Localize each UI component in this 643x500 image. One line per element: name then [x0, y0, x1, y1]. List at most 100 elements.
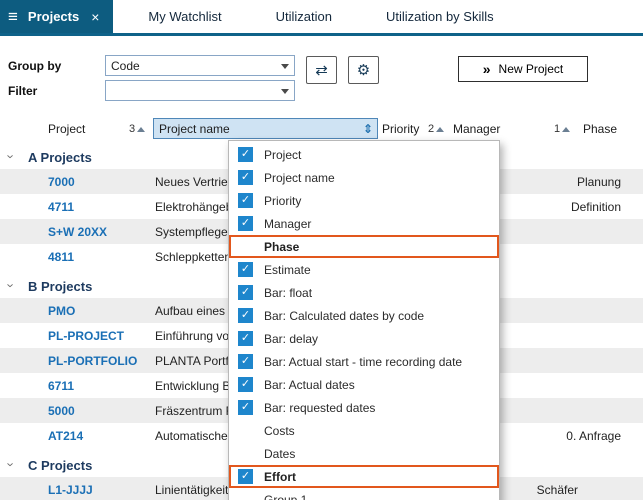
checkbox-checked-icon: ✓ — [238, 147, 253, 162]
chevron-down-icon — [281, 64, 289, 69]
group-label: A Projects — [28, 150, 92, 165]
checkbox-unchecked — [238, 446, 253, 461]
menu-item-label: Costs — [264, 424, 295, 438]
menu-item-label: Bar: Actual dates — [264, 378, 355, 392]
new-project-button[interactable]: » New Project — [458, 56, 588, 82]
group-by-select[interactable]: Code — [105, 55, 295, 76]
checkbox-checked-icon: ✓ — [238, 331, 253, 346]
project-id-link[interactable]: 4711 — [48, 200, 74, 214]
sort-both-icon[interactable]: ⇕ — [363, 122, 373, 136]
phase-cell: 0. Anfrage — [566, 429, 621, 443]
phase-cell: Definition — [571, 200, 621, 214]
menu-item-bar-actual-dates[interactable]: ✓Bar: Actual dates — [229, 373, 499, 396]
project-id-link[interactable]: 7000 — [48, 175, 75, 189]
checkbox-unchecked — [238, 492, 253, 500]
menu-item-project[interactable]: ✓ Project — [229, 143, 499, 166]
col-header-priority[interactable]: Priority — [382, 122, 419, 136]
tab-projects[interactable]: ≡ Projects × — [0, 0, 113, 33]
checkbox-checked-icon: ✓ — [238, 216, 253, 231]
menu-item-label: Project — [264, 148, 301, 162]
menu-item-bar-actual-start-time-recording-date[interactable]: ✓ Bar: Actual start - time recording date — [229, 350, 499, 373]
menu-item-label: Bar: requested dates — [264, 401, 375, 415]
gear-icon: ⚙ — [357, 61, 370, 79]
menu-item-label: Bar: Actual start - time recording date — [264, 355, 462, 369]
project-id-link[interactable]: 4811 — [48, 250, 74, 264]
menu-item-label: Project name — [264, 171, 335, 185]
menu-item-priority[interactable]: ✓Priority — [229, 189, 499, 212]
project-id-link[interactable]: AT214 — [48, 429, 83, 443]
collapse-chevron-icon[interactable]: › — [4, 283, 19, 287]
menu-item-group-1[interactable]: Group 1 — [229, 488, 499, 500]
tab-utilization[interactable]: Utilization — [249, 9, 359, 24]
col-header-project-name[interactable]: Project name ⇕ — [153, 118, 378, 139]
phase-cell: Planung — [577, 175, 621, 189]
col-header-manager[interactable]: Manager — [453, 122, 500, 136]
group-by-label: Group by — [8, 59, 61, 73]
toolbar: Group by Code Filter ⇄ ⚙ » New Project — [0, 36, 643, 118]
checkbox-checked-icon: ✓ — [238, 262, 253, 277]
sort-indicator-priority: 2 — [428, 123, 444, 135]
table-header: Project 3 Project name ⇕ Priority 2 Mana… — [0, 118, 643, 141]
sort-rank: 2 — [428, 123, 434, 135]
checkbox-checked-icon: ✓ — [238, 354, 253, 369]
menu-item-manager[interactable]: ✓ Manager — [229, 212, 499, 235]
sort-asc-icon — [137, 127, 145, 132]
menu-item-phase[interactable]: Phase — [229, 235, 499, 258]
app-window: ≡ Projects × My WatchlistUtilizationUtil… — [0, 0, 643, 500]
refresh-icon: ⇄ — [315, 61, 328, 79]
menu-item-bar-requested-dates[interactable]: ✓ Bar: requested dates — [229, 396, 499, 419]
close-tab-icon[interactable]: × — [91, 9, 99, 25]
filter-label: Filter — [8, 84, 37, 98]
menu-item-label: Manager — [264, 217, 311, 231]
menu-item-label: Dates — [264, 447, 295, 461]
project-id-link[interactable]: 6711 — [48, 379, 74, 393]
menu-item-label: Estimate — [264, 263, 311, 277]
checkbox-checked-icon: ✓ — [238, 193, 253, 208]
manager-cell: Schäfer — [537, 483, 578, 497]
sort-rank: 3 — [129, 123, 135, 135]
settings-button[interactable]: ⚙ — [348, 56, 379, 84]
new-project-label: New Project — [499, 62, 564, 76]
sort-asc-icon — [436, 127, 444, 132]
menu-item-bar-calculated-dates-by-code[interactable]: ✓Bar: Calculated dates by code — [229, 304, 499, 327]
menu-item-bar-float[interactable]: ✓ Bar: float — [229, 281, 499, 304]
sort-rank: 1 — [554, 123, 560, 135]
menu-item-label: Group 1 — [264, 493, 307, 500]
menu-item-bar-delay[interactable]: ✓Bar: delay — [229, 327, 499, 350]
checkbox-unchecked — [238, 423, 253, 438]
checkbox-unchecked — [238, 239, 253, 254]
tab-my-watchlist[interactable]: My Watchlist — [121, 9, 248, 24]
col-header-phase[interactable]: Phase — [583, 122, 617, 136]
menu-item-label: Bar: Calculated dates by code — [264, 309, 424, 323]
project-id-link[interactable]: S+W 20XX — [48, 225, 107, 239]
sort-indicator-project: 3 — [129, 123, 145, 135]
menu-item-label: Effort — [264, 470, 296, 484]
checkbox-checked-icon: ✓ — [238, 170, 253, 185]
project-id-link[interactable]: PMO — [48, 304, 75, 318]
menu-item-estimate[interactable]: ✓ Estimate — [229, 258, 499, 281]
col-header-project-name-label: Project name — [159, 122, 230, 136]
collapse-chevron-icon[interactable]: › — [4, 154, 19, 158]
tab-utilization-by-skills[interactable]: Utilization by Skills — [359, 9, 521, 24]
collapse-chevron-icon[interactable]: › — [4, 462, 19, 466]
double-chevron-icon: » — [483, 61, 490, 77]
menu-item-project-name[interactable]: ✓ Project name — [229, 166, 499, 189]
checkbox-checked-icon: ✓ — [238, 285, 253, 300]
project-id-link[interactable]: PL-PORTFOLIO — [48, 354, 137, 368]
col-header-project[interactable]: Project — [48, 122, 85, 136]
menu-item-effort[interactable]: ✓Effort — [229, 465, 499, 488]
tab-projects-label: Projects — [28, 9, 79, 24]
tab-list: My WatchlistUtilizationUtilization by Sk… — [121, 0, 520, 33]
menu-item-label: Phase — [264, 240, 299, 254]
refresh-layout-button[interactable]: ⇄ — [306, 56, 337, 84]
group-by-value: Code — [111, 59, 140, 73]
project-id-link[interactable]: L1-JJJJ — [48, 483, 93, 497]
checkbox-checked-icon: ✓ — [238, 400, 253, 415]
project-id-link[interactable]: PL-PROJECT — [48, 329, 124, 343]
hamburger-menu-icon[interactable]: ≡ — [8, 8, 18, 25]
project-id-link[interactable]: 5000 — [48, 404, 75, 418]
menu-item-costs[interactable]: Costs — [229, 419, 499, 442]
menu-item-label: Bar: float — [264, 286, 312, 300]
filter-select[interactable] — [105, 80, 295, 101]
menu-item-dates[interactable]: Dates — [229, 442, 499, 465]
